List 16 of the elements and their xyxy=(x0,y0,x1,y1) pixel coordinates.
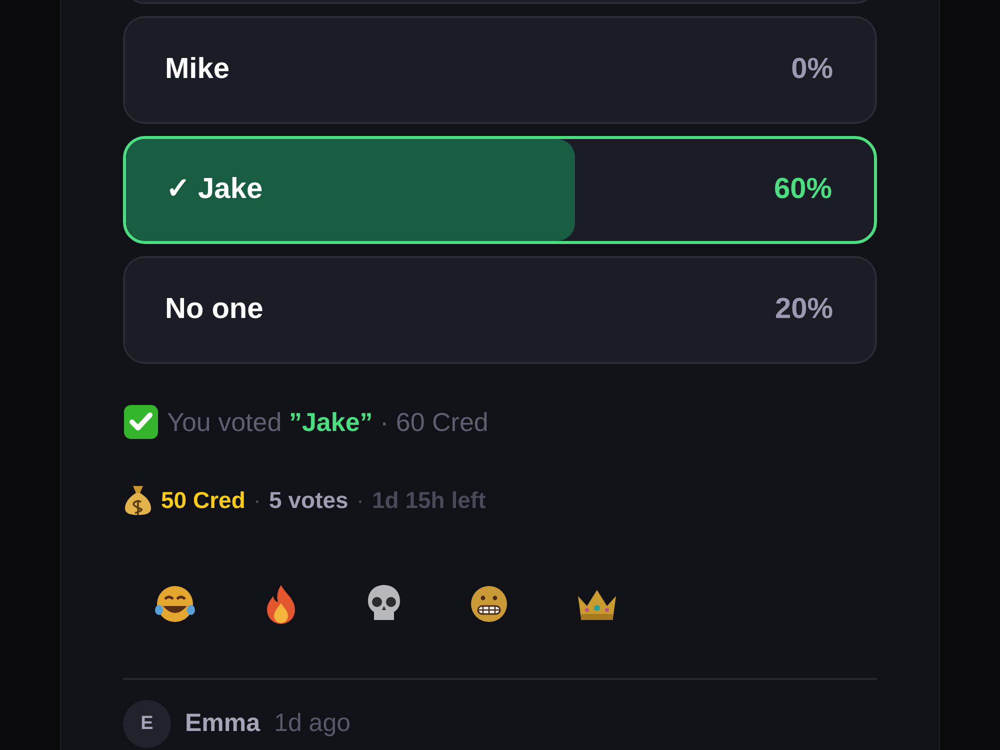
time-left: 1d 15h left xyxy=(372,486,486,515)
grimacing-face-icon[interactable] xyxy=(469,584,509,624)
comment-author: Emma xyxy=(185,708,260,740)
comment-time: 1d ago xyxy=(274,708,351,740)
separator: · xyxy=(253,486,262,515)
check-icon xyxy=(123,404,159,440)
prize-amount: 50 Cred xyxy=(161,486,246,515)
laughing-face-icon[interactable] xyxy=(153,584,197,624)
poll-option[interactable]: No one 20% xyxy=(123,256,877,364)
poll-option[interactable]: ✓ Jake 60% xyxy=(123,136,877,244)
poll-option[interactable]: Mike 0% xyxy=(123,16,877,124)
separator: · xyxy=(356,486,364,515)
avatar: E xyxy=(123,700,171,748)
money-bag-icon xyxy=(123,484,153,516)
vote-note: You voted ”Jake” · 60 Cred xyxy=(167,406,488,438)
vote-count: 5 votes xyxy=(269,486,348,515)
